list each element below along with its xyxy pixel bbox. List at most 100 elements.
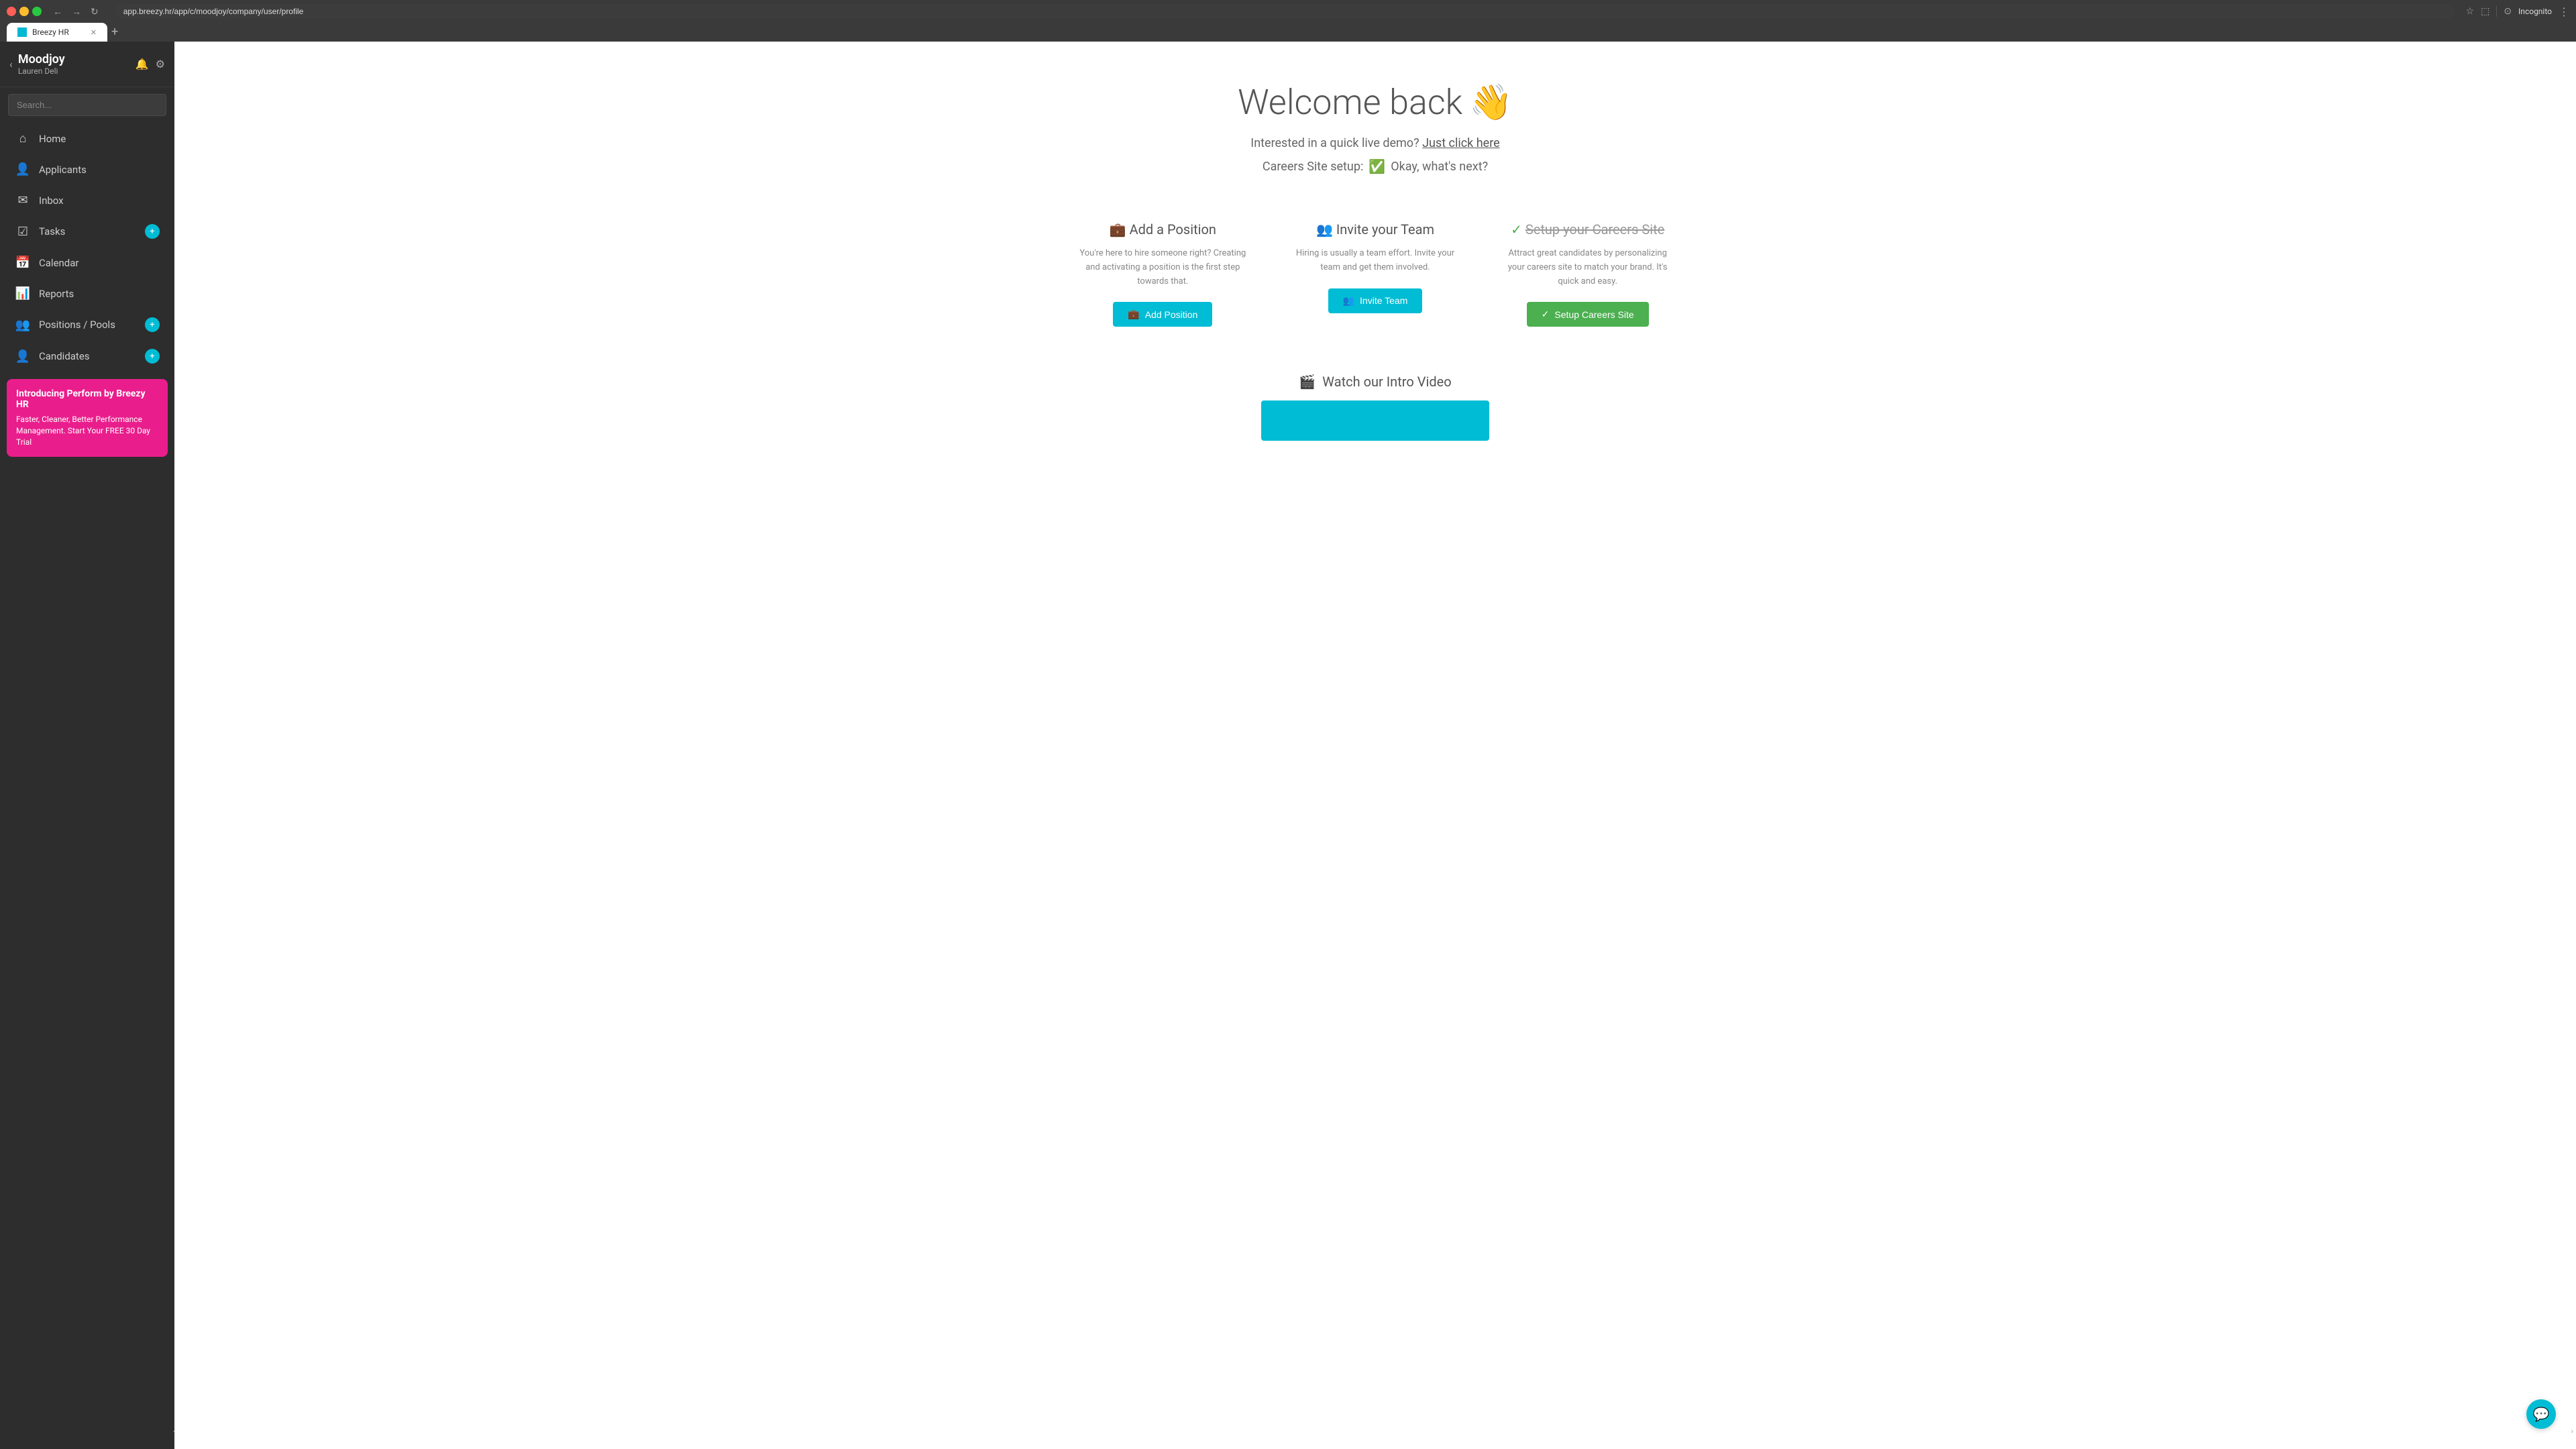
sidebar-item-calendar[interactable]: 📅 Calendar bbox=[4, 248, 170, 278]
promo-title: Introducing Perform by Breezy HR bbox=[16, 388, 158, 410]
notification-bell-icon[interactable]: 🔔 bbox=[136, 58, 149, 70]
tab-label: Breezy HR bbox=[32, 28, 69, 37]
check-icon: ✓ bbox=[1511, 221, 1522, 237]
sidebar-item-positions-pools[interactable]: 👥 Positions / Pools + bbox=[4, 309, 170, 340]
forward-button[interactable]: → bbox=[68, 5, 85, 19]
menu-icon[interactable]: ⋮ bbox=[2559, 5, 2569, 18]
sidebar-item-applicants[interactable]: 👤 Applicants bbox=[4, 154, 170, 184]
video-section: 🎬 Watch our Intro Video bbox=[1067, 374, 1684, 441]
company-name: Moodjoy bbox=[18, 52, 136, 66]
browser-maximize[interactable] bbox=[32, 7, 42, 16]
browser-close[interactable] bbox=[7, 7, 16, 16]
sidebar-item-label: Applicants bbox=[39, 164, 160, 176]
positions-add-badge[interactable]: + bbox=[145, 317, 160, 332]
sidebar: ‹ Moodjoy Lauren Deli 🔔 ⚙ ⌂ Home 👤 Appli… bbox=[0, 42, 174, 1449]
reports-icon: 📊 bbox=[15, 286, 31, 301]
inbox-icon: ✉ bbox=[15, 193, 31, 207]
promo-banner[interactable]: Introducing Perform by Breezy HR Faster,… bbox=[7, 379, 168, 457]
cards-container: 💼 Add a Position You're here to hire som… bbox=[1067, 208, 1684, 340]
setup-careers-btn-label: Setup Careers Site bbox=[1554, 309, 1633, 320]
sidebar-back-button[interactable]: ‹ bbox=[9, 58, 13, 70]
card-title-setup-careers: ✓ Setup your Careers Site bbox=[1502, 221, 1673, 237]
chat-icon: 💬 bbox=[2533, 1406, 2550, 1422]
sidebar-item-label: Tasks bbox=[39, 225, 137, 237]
settings-gear-icon[interactable]: ⚙ bbox=[156, 58, 165, 70]
welcome-text: Welcome back bbox=[1238, 82, 1462, 123]
refresh-button[interactable]: ↻ bbox=[87, 5, 102, 19]
sidebar-item-label: Candidates bbox=[39, 350, 137, 362]
welcome-section: Welcome back 👋 Interested in a quick liv… bbox=[1067, 82, 1684, 174]
add-position-btn-icon: 💼 bbox=[1128, 309, 1139, 320]
header-icons: 🔔 ⚙ bbox=[136, 58, 165, 70]
sidebar-item-label: Inbox bbox=[39, 195, 160, 207]
sidebar-item-label: Reports bbox=[39, 288, 160, 300]
company-user: Lauren Deli bbox=[18, 66, 136, 76]
promo-text: Faster, Cleaner, Better Performance Mana… bbox=[16, 414, 158, 447]
sidebar-nav: ⌂ Home 👤 Applicants ✉ Inbox ☑ Tasks + 📅 … bbox=[0, 123, 174, 372]
video-player[interactable] bbox=[1261, 400, 1489, 441]
video-title-text: Watch our Intro Video bbox=[1322, 374, 1451, 390]
address-bar-container bbox=[115, 4, 2455, 19]
briefcase-icon: 💼 bbox=[1110, 221, 1126, 237]
browser-tab-active[interactable]: Breezy HR ✕ bbox=[7, 23, 107, 42]
welcome-title: Welcome back 👋 bbox=[1067, 82, 1684, 123]
sidebar-item-home[interactable]: ⌂ Home bbox=[4, 123, 170, 154]
invite-team-button[interactable]: 👥 Invite Team bbox=[1328, 288, 1423, 313]
profile-icon[interactable]: ⊙ bbox=[2504, 6, 2512, 17]
tasks-icon: ☑ bbox=[15, 225, 31, 239]
wave-emoji: 👋 bbox=[1469, 82, 1513, 123]
invite-team-btn-icon: 👥 bbox=[1343, 295, 1354, 307]
video-icon: 🎬 bbox=[1299, 374, 1316, 390]
invite-team-btn-label: Invite Team bbox=[1360, 295, 1407, 306]
careers-line: Careers Site setup: ✅ Okay, what's next? bbox=[1067, 158, 1684, 174]
scroll-right-arrow[interactable]: › bbox=[2571, 1426, 2576, 1436]
careers-next-text: Okay, what's next? bbox=[1391, 160, 1488, 174]
sidebar-item-label: Calendar bbox=[39, 257, 160, 269]
sidebar-item-inbox[interactable]: ✉ Inbox bbox=[4, 185, 170, 215]
setup-careers-btn-icon: ✓ bbox=[1542, 309, 1550, 320]
candidates-icon: 👤 bbox=[15, 350, 31, 364]
scroll-left-arrow[interactable]: ‹ bbox=[173, 1426, 176, 1436]
demo-line: Interested in a quick live demo? Just cl… bbox=[1067, 136, 1684, 150]
tab-close-icon[interactable]: ✕ bbox=[91, 28, 97, 37]
sidebar-item-tasks[interactable]: ☑ Tasks + bbox=[4, 216, 170, 247]
main-inner: Welcome back 👋 Interested in a quick liv… bbox=[1040, 42, 1711, 481]
calendar-icon: 📅 bbox=[15, 256, 31, 270]
card-title-add-position: 💼 Add a Position bbox=[1077, 221, 1248, 237]
sidebar-item-label: Home bbox=[39, 133, 160, 145]
card-desc-invite-team: Hiring is usually a team effort. Invite … bbox=[1290, 247, 1461, 275]
card-desc-add-position: You're here to hire someone right? Creat… bbox=[1077, 247, 1248, 288]
careers-check-emoji: ✅ bbox=[1368, 158, 1385, 174]
card-title-invite-team: 👥 Invite your Team bbox=[1290, 221, 1461, 237]
chat-button[interactable]: 💬 bbox=[2526, 1399, 2556, 1429]
candidates-add-badge[interactable]: + bbox=[145, 349, 160, 364]
sidebar-item-reports[interactable]: 📊 Reports bbox=[4, 278, 170, 309]
setup-careers-button[interactable]: ✓ Setup Careers Site bbox=[1527, 302, 1649, 327]
demo-link[interactable]: Just click here bbox=[1422, 136, 1500, 150]
tasks-add-badge[interactable]: + bbox=[145, 224, 160, 239]
applicants-icon: 👤 bbox=[15, 162, 31, 176]
video-title: 🎬 Watch our Intro Video bbox=[1067, 374, 1684, 390]
address-bar[interactable] bbox=[123, 7, 2447, 16]
search-box bbox=[8, 94, 166, 116]
incognito-label: Incognito bbox=[2518, 7, 2552, 16]
browser-minimize[interactable] bbox=[19, 7, 29, 16]
search-input[interactable] bbox=[8, 94, 166, 116]
careers-text: Careers Site setup: bbox=[1263, 160, 1363, 174]
back-button[interactable]: ← bbox=[50, 5, 66, 19]
extensions-icon[interactable]: ⬚ bbox=[2481, 6, 2489, 17]
bookmark-icon[interactable]: ☆ bbox=[2466, 6, 2475, 17]
sidebar-item-candidates[interactable]: 👤 Candidates + bbox=[4, 341, 170, 372]
positions-icon: 👥 bbox=[15, 318, 31, 332]
card-desc-setup-careers: Attract great candidates by personalizin… bbox=[1502, 247, 1673, 288]
add-position-button[interactable]: 💼 Add Position bbox=[1113, 302, 1212, 327]
card-invite-team: 👥 Invite your Team Hiring is usually a t… bbox=[1279, 208, 1472, 340]
new-tab-button[interactable]: + bbox=[111, 25, 118, 42]
company-info: Moodjoy Lauren Deli bbox=[18, 52, 136, 76]
main-content: Welcome back 👋 Interested in a quick liv… bbox=[174, 42, 2576, 1449]
demo-text: Interested in a quick live demo? bbox=[1250, 136, 1419, 150]
sidebar-item-label: Positions / Pools bbox=[39, 319, 137, 331]
browser-chrome: ← → ↻ ☆ ⬚ ⊙ Incognito ⋮ Breezy HR ✕ + bbox=[0, 0, 2576, 42]
home-icon: ⌂ bbox=[15, 131, 31, 146]
card-add-position: 💼 Add a Position You're here to hire som… bbox=[1067, 208, 1259, 340]
